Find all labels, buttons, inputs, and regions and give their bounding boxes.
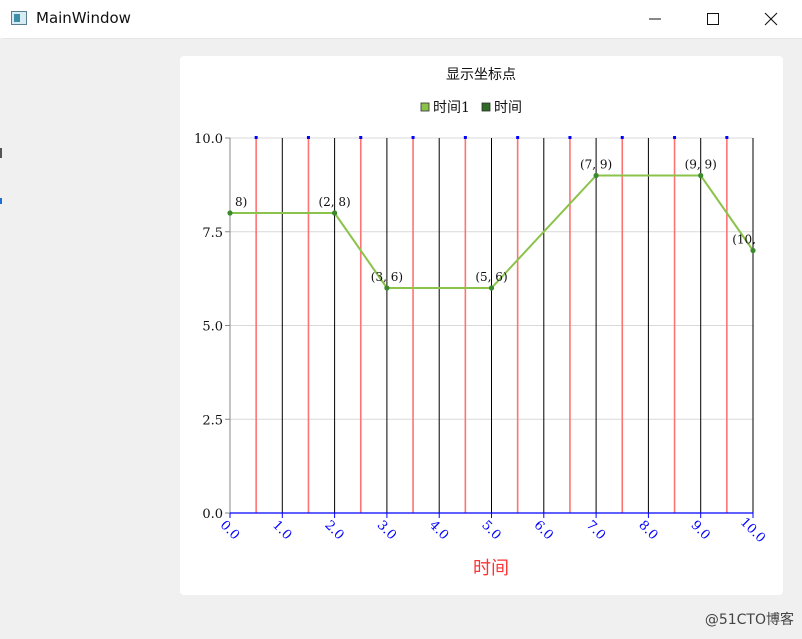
y-tick-labels: 0.0 2.5 5.0 7.5 10.0 bbox=[194, 132, 223, 522]
data-point bbox=[384, 285, 390, 291]
data-point bbox=[227, 210, 233, 216]
top-tick-marker bbox=[568, 136, 572, 139]
x-tick-label: 3.0 bbox=[374, 518, 399, 543]
edge-mark bbox=[0, 198, 2, 204]
top-tick-marker bbox=[463, 136, 467, 139]
y-tick-label: 0.0 bbox=[202, 507, 223, 522]
chart-title: 显示坐标点 bbox=[446, 67, 516, 83]
edge-mark bbox=[0, 148, 2, 158]
top-tick-marker bbox=[359, 136, 363, 139]
legend-label-1: 时间1 bbox=[433, 100, 470, 116]
data-point bbox=[488, 285, 495, 291]
top-tick-marker bbox=[620, 136, 624, 139]
x-tick-labels: 0.0 1.0 2.0 3.0 4.0 5.0 6.0 7.0 8.0 9.0 10.0 bbox=[217, 513, 768, 546]
window-title: MainWindow bbox=[36, 9, 131, 27]
chart-svg: 显示坐标点 时间1 时间 0.0 2.5 5.0 7.5 10.0 0.0 1.0 2.0 3… bbox=[194, 67, 768, 579]
x-tick-label: 4.0 bbox=[426, 518, 451, 543]
x-tick-label: 5.0 bbox=[478, 518, 503, 543]
close-button[interactable] bbox=[742, 0, 800, 38]
point-label: (7, 9) bbox=[580, 158, 612, 172]
x-axis-label: 时间 bbox=[473, 558, 509, 579]
maximize-button[interactable] bbox=[684, 0, 742, 38]
maximize-icon bbox=[707, 13, 719, 25]
close-icon bbox=[764, 12, 778, 26]
point-label: (2, 8) bbox=[318, 195, 350, 209]
legend: 时间1 时间 bbox=[420, 100, 522, 116]
point-label: (9, 9) bbox=[685, 158, 717, 172]
top-tick-marker bbox=[411, 136, 415, 139]
y-tick-label: 2.5 bbox=[202, 413, 223, 428]
y-tick-label: 5.0 bbox=[202, 320, 223, 335]
legend-swatch-1 bbox=[420, 102, 430, 112]
x-tick-label: 2.0 bbox=[321, 518, 346, 543]
point-label: (3, 6) bbox=[371, 270, 403, 284]
data-point bbox=[698, 172, 704, 179]
legend-label-2: 时间 bbox=[494, 100, 522, 116]
watermark: @51CTO博客 bbox=[704, 612, 794, 628]
data-point bbox=[593, 172, 599, 179]
x-tick-label: 7.0 bbox=[583, 518, 608, 543]
point-label: 8) bbox=[235, 195, 247, 209]
data-point bbox=[332, 210, 338, 216]
x-tick-label: 9.0 bbox=[688, 518, 713, 543]
y-tick-label: 7.5 bbox=[202, 226, 223, 241]
top-tick-marker bbox=[254, 136, 258, 139]
minimize-icon bbox=[649, 18, 661, 20]
x-tick-label: 8.0 bbox=[635, 518, 660, 543]
legend-swatch-2 bbox=[481, 102, 491, 112]
x-tick-label: 6.0 bbox=[531, 518, 556, 543]
top-tick-marker bbox=[725, 136, 729, 139]
left-panel-edge bbox=[0, 38, 3, 639]
app-window-icon bbox=[11, 11, 27, 25]
minimize-button[interactable] bbox=[626, 0, 684, 38]
data-point bbox=[750, 247, 756, 254]
y-tick-label: 10.0 bbox=[194, 132, 223, 147]
title-bar: MainWindow bbox=[0, 0, 802, 39]
top-tick-marker bbox=[673, 136, 677, 139]
x-tick-label: 1.0 bbox=[269, 518, 294, 543]
x-tick-label: 10.0 bbox=[737, 515, 768, 546]
point-label: (10, bbox=[732, 233, 756, 247]
vertical-grid bbox=[254, 136, 754, 513]
chart-card: 显示坐标点 时间1 时间 0.0 2.5 5.0 7.5 10.0 0.0 1.0 2.0 3… bbox=[180, 56, 783, 595]
point-label: (5, 6) bbox=[475, 270, 507, 284]
top-tick-marker bbox=[516, 136, 520, 139]
top-tick-marker bbox=[306, 136, 310, 139]
